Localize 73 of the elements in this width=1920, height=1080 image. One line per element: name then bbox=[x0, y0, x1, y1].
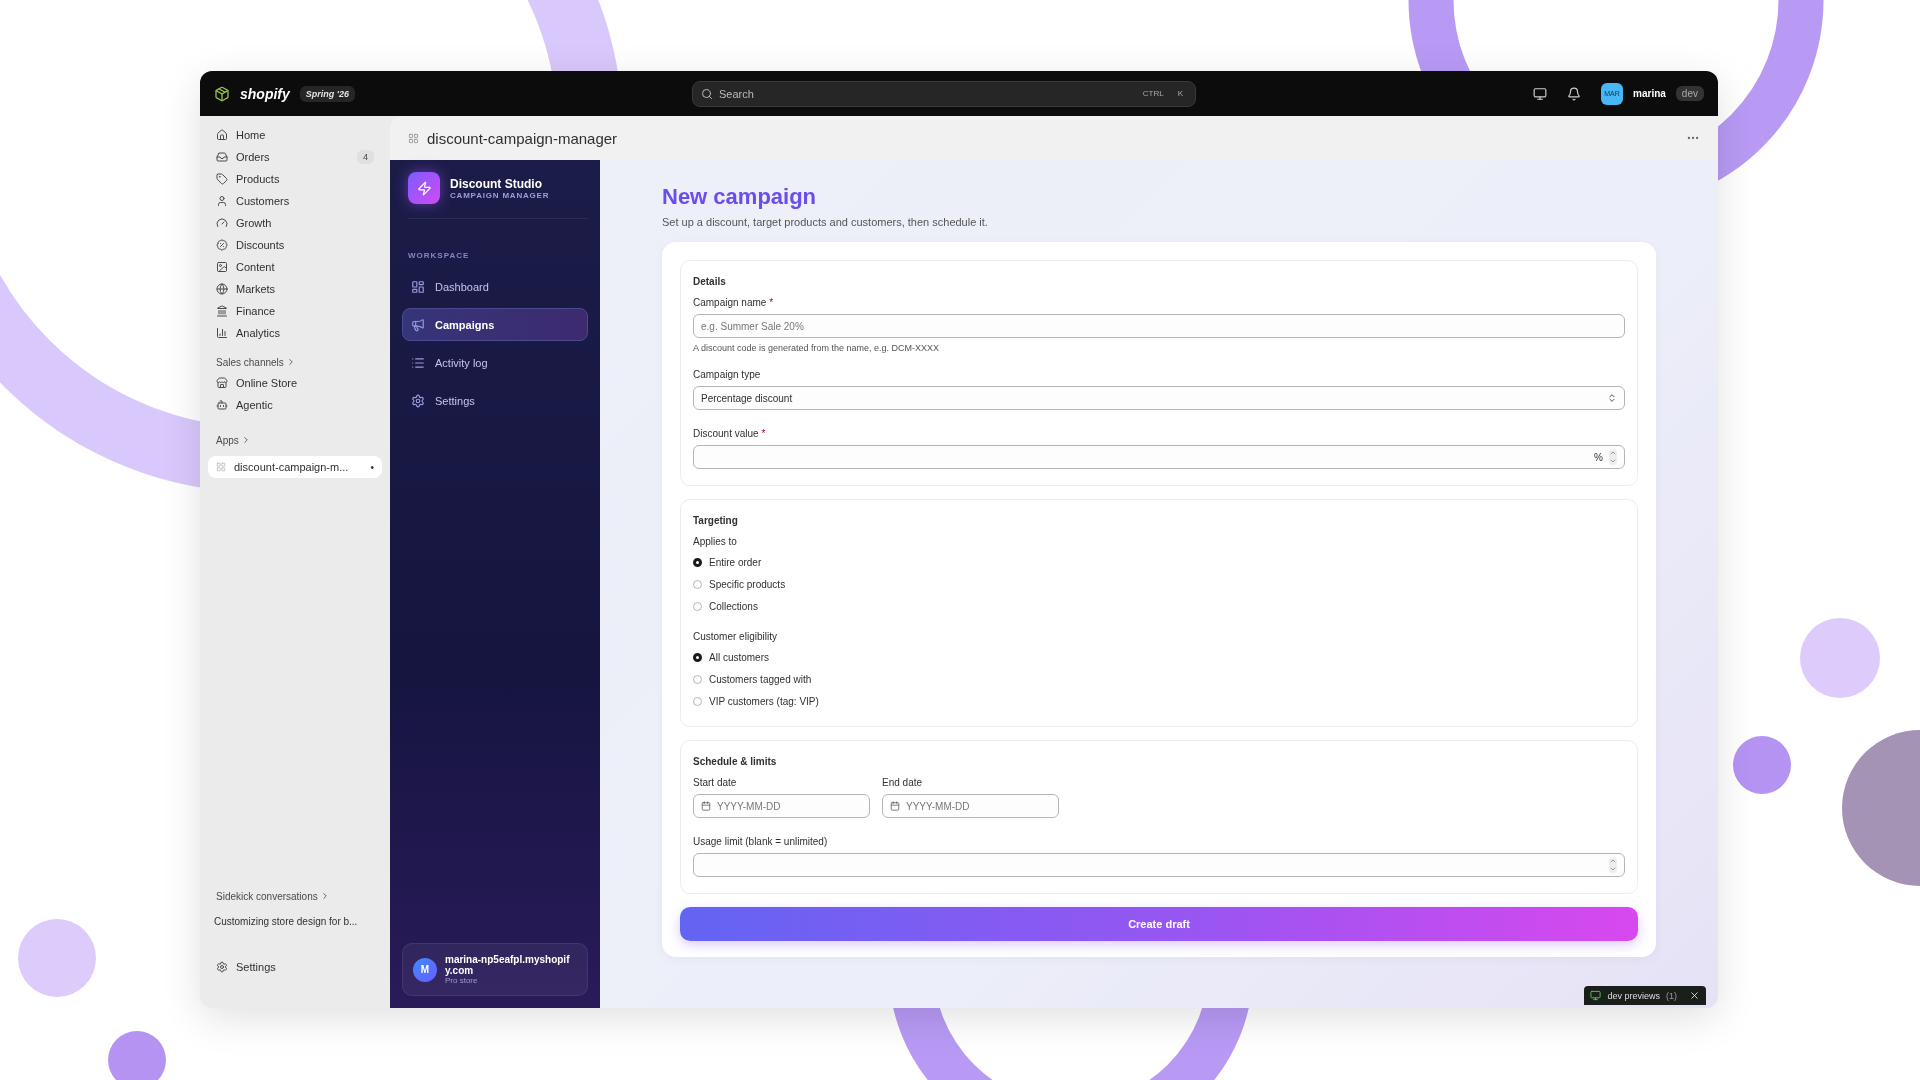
shortcut-key: CTRL bbox=[1138, 87, 1168, 100]
field-label: Discount value * bbox=[693, 428, 767, 439]
app-name: Discount Studio bbox=[450, 176, 543, 191]
store-card[interactable]: M marina-np5eafpl.myshopify.com Pro store bbox=[402, 943, 588, 996]
conversation-item[interactable]: Customizing store design for b... bbox=[208, 910, 382, 932]
section-label: WORKSPACE bbox=[408, 251, 471, 260]
radio-option[interactable]: Collections bbox=[693, 595, 1625, 617]
sidebar-item[interactable]: Settings bbox=[402, 384, 588, 417]
required-mark: * bbox=[769, 297, 774, 308]
required-mark: * bbox=[761, 428, 766, 439]
nav-item[interactable]: Orders 4 bbox=[208, 146, 382, 168]
section-link[interactable]: Sales channels bbox=[216, 356, 284, 368]
app-item[interactable]: discount-campaign-m... • bbox=[208, 456, 382, 478]
field-label: Start date bbox=[693, 777, 738, 788]
field-label: Usage limit (blank = unlimited) bbox=[693, 836, 829, 847]
user-name[interactable]: marina bbox=[1633, 88, 1666, 99]
radio-option[interactable]: VIP customers (tag: VIP) bbox=[693, 690, 1625, 712]
page-heading: New campaign bbox=[662, 184, 818, 210]
end-date-field[interactable]: YYYY-MM-DD bbox=[882, 794, 1059, 818]
section-link[interactable]: Sidekick conversations bbox=[216, 890, 318, 902]
date-input[interactable]: YYYY-MM-DD bbox=[717, 795, 862, 817]
sidebar-item[interactable]: Campaigns bbox=[402, 308, 588, 341]
section-title: Targeting bbox=[693, 515, 739, 526]
store-name: marina-np5eafpl.myshopify.com bbox=[445, 954, 571, 976]
radio-option[interactable]: Entire order bbox=[693, 551, 1625, 573]
nav-item[interactable]: Customers bbox=[208, 190, 382, 212]
sidebar-item[interactable]: Dashboard bbox=[402, 270, 588, 303]
radio-option[interactable]: Specific products bbox=[693, 573, 1625, 595]
start-date-field[interactable]: YYYY-MM-DD bbox=[693, 794, 870, 818]
status-dot: • bbox=[370, 461, 374, 473]
app-subtitle: CAMPAIGN MANAGER bbox=[450, 190, 550, 200]
dev-previews-count: (1) bbox=[1666, 990, 1677, 1001]
settings-item[interactable]: Settings bbox=[208, 956, 382, 978]
help-text: A discount code is generated from the name, e.g. DCM-XXXX bbox=[693, 343, 941, 353]
nav-item[interactable]: Analytics bbox=[208, 322, 382, 344]
group-label: Applies to bbox=[693, 536, 738, 547]
shortcut-key: K bbox=[1173, 87, 1187, 100]
section-title: Schedule & limits bbox=[693, 756, 778, 767]
dev-badge: dev bbox=[1675, 86, 1704, 101]
field-label: Campaign type bbox=[693, 369, 762, 380]
section-title: Details bbox=[693, 276, 727, 287]
campaign-type-select[interactable]: Percentage discount bbox=[693, 386, 1625, 410]
radio-option[interactable]: All customers bbox=[693, 646, 1625, 668]
radio-option[interactable]: Customers tagged with bbox=[693, 668, 1625, 690]
nav-item[interactable]: Content bbox=[208, 256, 382, 278]
discount-value-field[interactable]: % bbox=[693, 445, 1625, 469]
section-link[interactable]: Apps bbox=[216, 434, 239, 446]
nav-item[interactable]: Home bbox=[208, 124, 382, 146]
dev-previews-label: dev previews bbox=[1607, 990, 1660, 1001]
search-field[interactable]: Search CTRL K bbox=[692, 80, 1196, 107]
nav-item[interactable]: Discounts bbox=[208, 234, 382, 256]
store-plan: Pro store bbox=[445, 976, 479, 985]
nav-item[interactable]: Growth bbox=[208, 212, 382, 234]
sidebar-item[interactable]: Activity log bbox=[402, 346, 588, 379]
field-label: Campaign name * bbox=[693, 297, 775, 308]
store-avatar: M bbox=[413, 957, 437, 982]
count-badge: 4 bbox=[357, 150, 374, 164]
nav-item[interactable]: Products bbox=[208, 168, 382, 190]
group-label: Customer eligibility bbox=[693, 631, 778, 642]
nav-item[interactable]: Online Store bbox=[208, 372, 382, 394]
brand-logo[interactable]: shopify bbox=[240, 85, 290, 102]
page-subtitle: Set up a discount, target products and customers, then schedule it. bbox=[662, 216, 989, 228]
search-placeholder: Search bbox=[719, 87, 755, 100]
nav-item[interactable]: Agentic bbox=[208, 394, 382, 416]
nav-item[interactable]: Finance bbox=[208, 300, 382, 322]
date-input[interactable]: YYYY-MM-DD bbox=[906, 795, 1051, 817]
edition-badge: Spring '26 bbox=[299, 85, 355, 102]
page-title: discount-campaign-manager bbox=[427, 129, 618, 147]
create-draft-button[interactable]: Create draft bbox=[680, 907, 1638, 941]
nav-item[interactable]: Markets bbox=[208, 278, 382, 300]
dev-previews-bar[interactable]: dev previews (1) bbox=[1584, 986, 1706, 1005]
percent-suffix: % bbox=[1594, 451, 1603, 463]
field-label: End date bbox=[882, 777, 924, 788]
